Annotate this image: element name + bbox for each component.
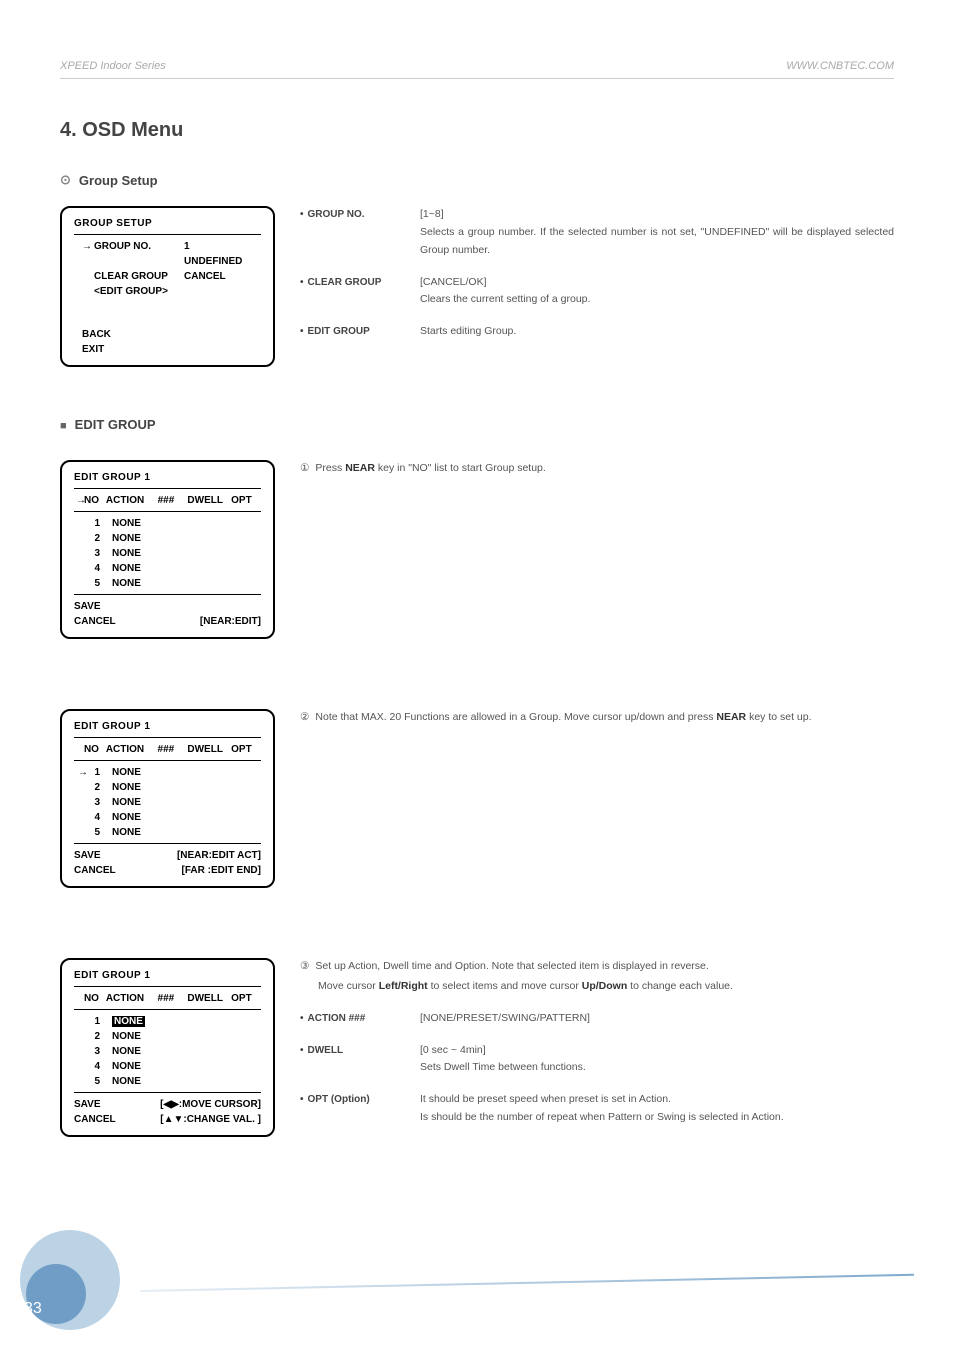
page-header: XPEED Indoor Series WWW.CNBTEC.COM — [60, 60, 894, 79]
osd-edit-group-2: EDIT GROUP 1 NO ACTION ### DWELL OPT →1N… — [60, 709, 275, 888]
bullet-circle-icon — [60, 172, 71, 188]
bullet-square-icon — [60, 417, 67, 432]
footer-divider — [140, 1274, 914, 1292]
step2-description: ② Note that MAX. 20 Functions are allowe… — [300, 709, 894, 888]
osd-group-setup: GROUP SETUP →GROUP NO.1 UNDEFINED CLEAR … — [60, 206, 275, 367]
group-setup-row: GROUP SETUP →GROUP NO.1 UNDEFINED CLEAR … — [60, 206, 894, 367]
chapter-title: 4. OSD Menu — [60, 119, 894, 142]
step-2-num: ② — [300, 709, 309, 727]
header-right: WWW.CNBTEC.COM — [786, 60, 894, 72]
edit-group-step2: EDIT GROUP 1 NO ACTION ### DWELL OPT →1N… — [60, 709, 894, 888]
edit-group-step1: EDIT GROUP 1 → NO ACTION ### DWELL OPT 1… — [60, 460, 894, 639]
step-3-num: ③ — [300, 958, 309, 976]
step-1-num: ① — [300, 460, 309, 478]
header-left: XPEED Indoor Series — [60, 60, 166, 72]
edit-group-step3: EDIT GROUP 1 NO ACTION ### DWELL OPT 1NO… — [60, 958, 894, 1137]
section-edit-group-title: EDIT GROUP — [60, 417, 894, 432]
osd-edit-group-1: EDIT GROUP 1 → NO ACTION ### DWELL OPT 1… — [60, 460, 275, 639]
page-number: 33 — [24, 1300, 42, 1318]
group-setup-descriptions: •GROUP NO. [1~8] Selects a group number.… — [300, 206, 894, 367]
section-group-setup-title: Group Setup — [60, 172, 894, 188]
osd-edit-group-3: EDIT GROUP 1 NO ACTION ### DWELL OPT 1NO… — [60, 958, 275, 1137]
step3-description: ③ Set up Action, Dwell time and Option. … — [300, 958, 894, 1137]
step1-description: ① Press NEAR key in "NO" list to start G… — [300, 460, 894, 639]
